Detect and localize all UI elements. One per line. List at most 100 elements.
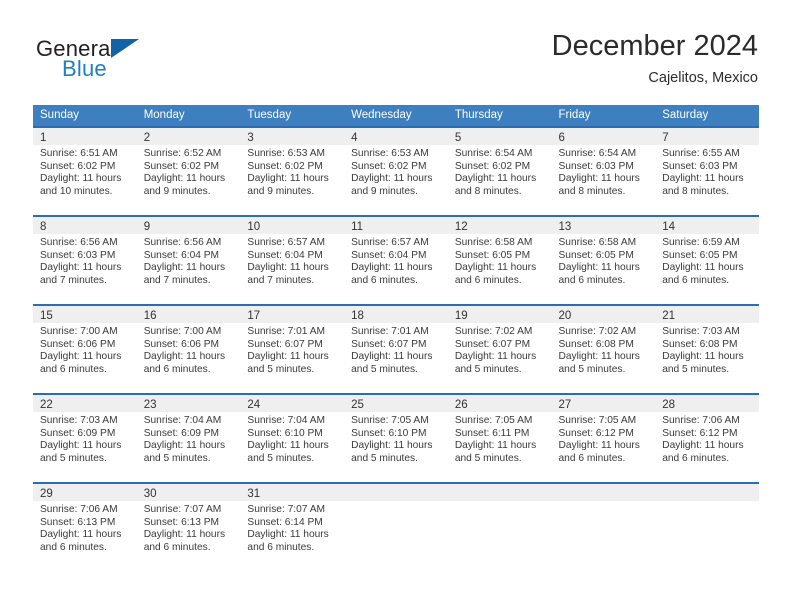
day-number-band	[551, 484, 656, 501]
day-info: Sunrise: 7:05 AM Sunset: 6:11 PM Daylight:…	[448, 412, 552, 465]
day-number: 26	[454, 399, 468, 411]
sunrise-text: Sunrise: 6:57 AM	[351, 237, 429, 248]
day-number: 29	[40, 488, 53, 500]
sunset-text: Sunset: 6:02 PM	[40, 160, 116, 172]
daylight-text-line1: Daylight: 11 hours	[454, 173, 537, 185]
day-info: Sunrise: 7:04 AM Sunset: 6:09 PM Daylight:…	[137, 412, 241, 465]
calendar-day-cell[interactable]: 19 Sunrise: 7:02 AM Sunset: 6:07 PM Dayligh…	[447, 304, 552, 393]
calendar-day-cell[interactable]: 12 Sunrise: 6:58 AM Sunset: 6:05 PM Dayligh…	[447, 215, 552, 304]
daylight-text-line1: Daylight: 11 hours	[454, 351, 537, 363]
daylight-text-line2: and 6 minutes.	[351, 274, 418, 286]
day-info: Sunrise: 6:57 AM Sunset: 6:04 PM Daylight:…	[344, 234, 448, 287]
calendar-day-cell[interactable]: 13 Sunrise: 6:58 AM Sunset: 6:05 PM Dayligh…	[551, 215, 656, 304]
calendar-day-cell[interactable]: 1 Sunrise: 6:51 AM Sunset: 6:02 PM Daylight…	[33, 126, 137, 215]
calendar-day-cell[interactable]: 18 Sunrise: 7:01 AM Sunset: 6:07 PM Dayligh…	[344, 304, 448, 393]
day-number: 14	[662, 221, 676, 233]
calendar-day-cell[interactable]: 10 Sunrise: 6:57 AM Sunset: 6:04 PM Dayligh…	[240, 215, 345, 304]
daylight-text-line2: and 7 minutes.	[40, 274, 107, 286]
sunset-text: Sunset: 6:07 PM	[351, 338, 427, 350]
day-number-band: 28	[655, 395, 759, 412]
calendar-day-cell[interactable]: 22 Sunrise: 7:03 AM Sunset: 6:09 PM Dayligh…	[33, 393, 137, 482]
weekday-header-thursday: Thursday	[454, 109, 503, 121]
day-number-band: 27	[551, 395, 656, 412]
sunrise-text: Sunrise: 6:51 AM	[40, 148, 118, 159]
day-number-band: 9	[136, 217, 241, 234]
sunset-text: Sunset: 6:04 PM	[247, 249, 323, 261]
calendar-day-cell[interactable]: 11 Sunrise: 6:57 AM Sunset: 6:04 PM Dayligh…	[344, 215, 448, 304]
calendar-day-cell[interactable]: 27 Sunrise: 7:05 AM Sunset: 6:12 PM Dayligh…	[551, 393, 656, 482]
daylight-text-line2: and 6 minutes.	[143, 541, 211, 553]
sunrise-text: Sunrise: 7:05 AM	[454, 415, 533, 426]
calendar-day-cell-empty	[344, 482, 448, 571]
location-subtitle: Cajelitos, Mexico	[648, 70, 758, 86]
calendar-day-cell[interactable]: 16 Sunrise: 7:00 AM Sunset: 6:06 PM Dayligh…	[136, 304, 241, 393]
sunset-text: Sunset: 6:13 PM	[40, 516, 116, 528]
daylight-text-line1: Daylight: 11 hours	[247, 262, 329, 274]
day-info: Sunrise: 7:04 AM Sunset: 6:10 PM Daylight:…	[240, 412, 344, 465]
calendar-day-cell-empty	[447, 482, 552, 571]
calendar-day-cell[interactable]: 21 Sunrise: 7:03 AM Sunset: 6:08 PM Dayligh…	[655, 304, 759, 393]
sunrise-text: Sunrise: 7:00 AM	[40, 326, 118, 337]
day-number-band: 21	[655, 306, 759, 323]
sunset-text: Sunset: 6:13 PM	[143, 516, 220, 528]
day-number: 10	[247, 221, 261, 233]
daylight-text-line2: and 7 minutes.	[143, 274, 211, 286]
sunrise-text: Sunrise: 7:07 AM	[143, 504, 222, 515]
weekday-header-wednesday: Wednesday	[351, 109, 412, 121]
calendar-day-cell[interactable]: 31 Sunrise: 7:07 AM Sunset: 6:14 PM Dayligh…	[240, 482, 345, 571]
day-number-band: 11	[344, 217, 448, 234]
calendar-day-cell[interactable]: 20 Sunrise: 7:02 AM Sunset: 6:08 PM Dayligh…	[551, 304, 656, 393]
sunset-text: Sunset: 6:03 PM	[40, 249, 116, 261]
daylight-text-line2: and 6 minutes.	[247, 541, 315, 553]
day-number-band: 20	[551, 306, 656, 323]
calendar-day-cell[interactable]: 2 Sunrise: 6:52 AM Sunset: 6:02 PM Daylight…	[136, 126, 241, 215]
calendar-week-row: 8 Sunrise: 6:56 AM Sunset: 6:03 PM Daylight…	[33, 215, 759, 304]
calendar-day-cell[interactable]: 26 Sunrise: 7:05 AM Sunset: 6:11 PM Dayligh…	[447, 393, 552, 482]
daylight-text-line1: Daylight: 11 hours	[40, 173, 122, 185]
sunrise-text: Sunrise: 7:05 AM	[351, 415, 429, 426]
calendar-day-cell-empty	[551, 482, 656, 571]
day-number-band: 14	[655, 217, 759, 234]
daylight-text-line2: and 9 minutes.	[247, 185, 315, 197]
calendar-day-cell[interactable]: 4 Sunrise: 6:53 AM Sunset: 6:02 PM Daylight…	[344, 126, 448, 215]
calendar-day-cell[interactable]: 8 Sunrise: 6:56 AM Sunset: 6:03 PM Daylight…	[33, 215, 137, 304]
sunrise-text: Sunrise: 6:58 AM	[558, 237, 637, 248]
day-number: 18	[351, 310, 364, 322]
calendar-day-cell[interactable]: 7 Sunrise: 6:55 AM Sunset: 6:03 PM Daylight…	[655, 126, 759, 215]
day-number: 20	[558, 310, 572, 322]
sunrise-text: Sunrise: 7:02 AM	[454, 326, 533, 337]
day-number: 6	[558, 132, 565, 144]
calendar-day-cell[interactable]: 29 Sunrise: 7:06 AM Sunset: 6:13 PM Dayligh…	[33, 482, 137, 571]
calendar-day-cell[interactable]: 15 Sunrise: 7:00 AM Sunset: 6:06 PM Dayligh…	[33, 304, 137, 393]
day-number-band: 26	[447, 395, 552, 412]
calendar-day-cell[interactable]: 5 Sunrise: 6:54 AM Sunset: 6:02 PM Daylight…	[447, 126, 552, 215]
day-number: 19	[454, 310, 468, 322]
sunrise-text: Sunrise: 7:01 AM	[351, 326, 429, 337]
calendar-day-cell[interactable]: 24 Sunrise: 7:04 AM Sunset: 6:10 PM Dayligh…	[240, 393, 345, 482]
day-number-band: 30	[136, 484, 241, 501]
calendar-day-cell[interactable]: 23 Sunrise: 7:04 AM Sunset: 6:09 PM Dayligh…	[136, 393, 241, 482]
calendar-day-cell[interactable]: 25 Sunrise: 7:05 AM Sunset: 6:10 PM Dayligh…	[344, 393, 448, 482]
sunrise-text: Sunrise: 6:52 AM	[143, 148, 222, 159]
sunset-text: Sunset: 6:08 PM	[662, 338, 738, 350]
day-number: 5	[454, 132, 462, 144]
calendar-week-row: 29 Sunrise: 7:06 AM Sunset: 6:13 PM Dayligh…	[33, 482, 759, 571]
day-number: 2	[143, 132, 151, 144]
calendar-day-cell[interactable]: 30 Sunrise: 7:07 AM Sunset: 6:13 PM Dayligh…	[136, 482, 241, 571]
day-info: Sunrise: 7:03 AM Sunset: 6:09 PM Daylight:…	[33, 412, 137, 465]
calendar-day-cell[interactable]: 3 Sunrise: 6:53 AM Sunset: 6:02 PM Daylight…	[240, 126, 345, 215]
daylight-text-line2: and 10 minutes.	[40, 185, 113, 197]
day-number: 1	[40, 132, 47, 144]
calendar-day-cell[interactable]: 9 Sunrise: 6:56 AM Sunset: 6:04 PM Daylight…	[136, 215, 241, 304]
brand-logo[interactable]: General Blue	[36, 36, 216, 84]
calendar-day-cell[interactable]: 14 Sunrise: 6:59 AM Sunset: 6:05 PM Dayligh…	[655, 215, 759, 304]
sunset-text: Sunset: 6:07 PM	[247, 338, 323, 350]
calendar-day-cell-empty	[655, 482, 759, 571]
daylight-text-line1: Daylight: 11 hours	[143, 529, 226, 541]
daylight-text-line1: Daylight: 11 hours	[454, 262, 537, 274]
day-number-band: 15	[33, 306, 137, 323]
calendar-day-cell[interactable]: 17 Sunrise: 7:01 AM Sunset: 6:07 PM Dayligh…	[240, 304, 345, 393]
calendar-day-cell[interactable]: 28 Sunrise: 7:06 AM Sunset: 6:12 PM Dayligh…	[655, 393, 759, 482]
calendar-day-cell[interactable]: 6 Sunrise: 6:54 AM Sunset: 6:03 PM Daylight…	[551, 126, 656, 215]
sunrise-text: Sunrise: 6:57 AM	[247, 237, 325, 248]
